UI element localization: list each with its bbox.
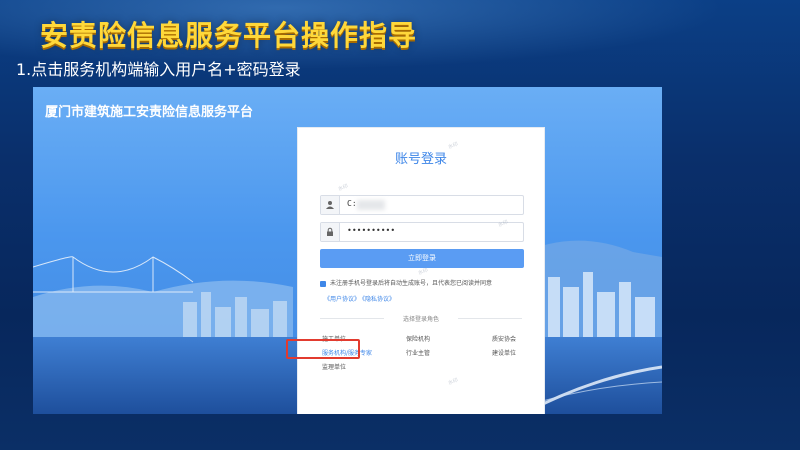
watermark: 水印	[337, 183, 349, 193]
role-supervisor[interactable]: 监理单位	[322, 362, 346, 371]
role-builder[interactable]: 建设单位	[492, 348, 516, 357]
login-card: 账号登录 C: •••••••••• 立即登录 未注册手机号登录后将自动生成账号…	[297, 127, 545, 414]
step-instruction: 1.点击服务机构端输入用户名+密码登录	[16, 60, 301, 79]
role-insurer[interactable]: 保险机构	[406, 334, 430, 343]
role-authority[interactable]: 行业主管	[406, 348, 430, 357]
agreement-text: 未注册手机号登录后将自动生成账号，且代表您已阅读并同意	[330, 280, 493, 287]
redacted-username	[357, 200, 385, 210]
login-button[interactable]: 立即登录	[320, 249, 524, 268]
password-field[interactable]: ••••••••••	[320, 222, 524, 242]
role-safety-association[interactable]: 质安协会	[492, 334, 516, 343]
username-field[interactable]: C:	[320, 195, 524, 215]
password-value: ••••••••••	[347, 226, 396, 235]
service-agency-highlight	[286, 339, 360, 359]
login-title: 账号登录	[394, 152, 447, 167]
slide-title: 安责险信息服务平台操作指导	[40, 19, 418, 52]
username-value: C:	[347, 199, 357, 208]
lock-icon	[321, 223, 340, 241]
site-title: 厦门市建筑施工安责险信息服务平台	[45, 105, 254, 120]
role-heading: 选择登录角色	[402, 316, 439, 323]
checkbox-checked-icon[interactable]	[320, 281, 326, 287]
user-icon	[321, 196, 340, 214]
watermark: 水印	[447, 377, 459, 387]
privacy-agreement-link[interactable]: 《隐私协议》	[362, 296, 395, 303]
user-agreement-link[interactable]: 《用户协议》	[324, 296, 360, 303]
agreement-links: 《用户协议》 《隐私协议》	[324, 294, 397, 303]
login-page-screenshot: 厦门市建筑施工安责险信息服务平台 账号登录 C: •••••••••• 立即登录…	[33, 87, 662, 414]
